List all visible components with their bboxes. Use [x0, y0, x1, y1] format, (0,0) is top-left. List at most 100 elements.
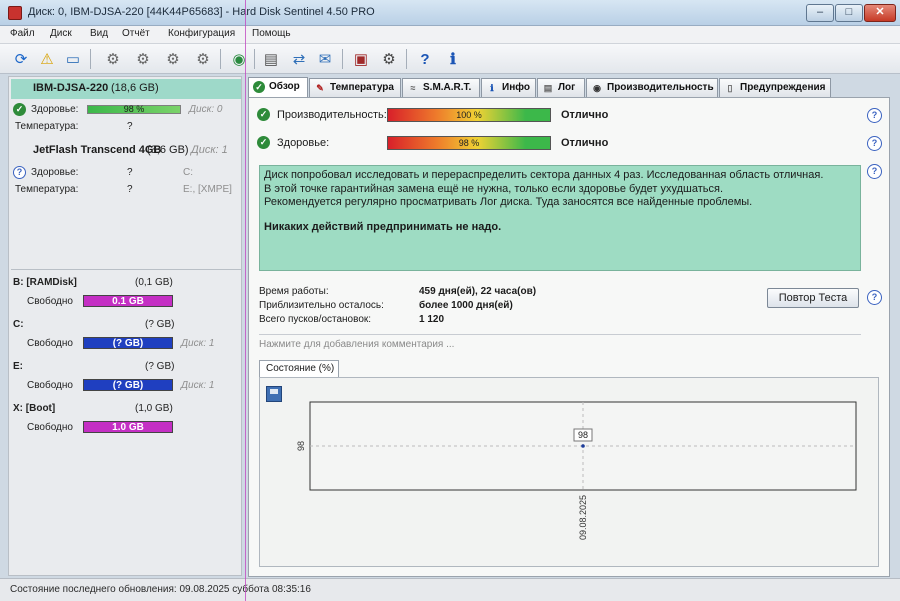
- menu-view[interactable]: Вид: [90, 28, 108, 39]
- close-button[interactable]: ✕: [864, 4, 896, 22]
- x-tick-label: 09.08.2025: [578, 495, 588, 540]
- window-title: Диск: 0, IBM-DJSA-220 [44K44P65683] - Ha…: [28, 6, 375, 18]
- volume-name: E:: [13, 361, 23, 372]
- health-label: Здоровье:: [31, 104, 79, 115]
- tab-performance[interactable]: ◉ Производительность: [586, 78, 718, 97]
- help-icon[interactable]: ?: [867, 136, 882, 151]
- volume-disk: Диск: 1: [181, 338, 215, 349]
- tab-overview[interactable]: ✓ Обзор: [248, 77, 308, 97]
- health-value: ?: [127, 167, 133, 178]
- volume-name: C:: [13, 319, 24, 330]
- sync-icon[interactable]: ⇄: [288, 48, 310, 70]
- point-label: 98: [578, 430, 588, 440]
- menu-config[interactable]: Конфигурация: [168, 28, 235, 39]
- monitor-icon[interactable]: ▣: [350, 48, 372, 70]
- check-icon: ✓: [13, 103, 26, 116]
- disk-item-ibm[interactable]: IBM-DJSA-220 (18,6 GB): [11, 79, 241, 99]
- send-report-icon[interactable]: ✉: [314, 48, 336, 70]
- menu-report[interactable]: Отчёт: [122, 28, 150, 39]
- toolbar-separator: [90, 49, 91, 69]
- menu-bar: Файл Диск Вид Отчёт Конфигурация Помощь: [0, 26, 900, 44]
- starts-value: 1 120: [419, 314, 445, 325]
- free-label: Свободно: [27, 422, 73, 433]
- menu-help[interactable]: Помощь: [252, 28, 291, 39]
- free-label: Свободно: [27, 296, 73, 307]
- y-tick-label: 98: [296, 441, 306, 451]
- temperature-label: Температура:: [15, 121, 79, 132]
- performance-status: Отлично: [561, 109, 609, 121]
- refresh-icon[interactable]: ⟳: [10, 48, 32, 70]
- health-bar: 98 %: [87, 104, 181, 114]
- tab-label: Предупреждения: [740, 82, 826, 93]
- tab-warnings[interactable]: ▯ Предупреждения: [719, 78, 831, 97]
- help-icon[interactable]: ?: [867, 108, 882, 123]
- temperature-value: ?: [127, 121, 133, 132]
- retest-button[interactable]: Повтор Теста: [767, 288, 859, 308]
- toolbar-separator: [342, 49, 343, 69]
- short-test-icon[interactable]: ⚙: [162, 48, 184, 70]
- disk-size: (3,6 GB): [147, 144, 189, 156]
- tab-label: Инфо: [502, 82, 530, 93]
- free-label: Свободно: [27, 338, 73, 349]
- free-value: (? GB): [112, 380, 144, 391]
- disk-index: Диск: 1: [191, 144, 228, 156]
- tab-state[interactable]: Состояние (%): [259, 360, 339, 378]
- settings-icon[interactable]: ⚙: [378, 48, 400, 70]
- free-space-bar: (? GB): [83, 379, 173, 391]
- health-value: 98 %: [123, 104, 145, 114]
- performance-bar: 100 %: [387, 108, 551, 122]
- surface-test-icon[interactable]: ⚙: [132, 48, 154, 70]
- test-icon[interactable]: ⚙: [102, 48, 124, 70]
- maximize-button[interactable]: □: [835, 4, 863, 22]
- help-icon[interactable]: ?: [867, 164, 882, 179]
- tab-info[interactable]: ℹ Инфо: [481, 78, 536, 97]
- chart-area: 98 98 09.08.2025: [259, 377, 879, 567]
- health-bar: 98 %: [387, 136, 551, 150]
- toolbar-separator: [220, 49, 221, 69]
- data-point: [581, 444, 585, 448]
- tab-temperature[interactable]: ✎ Температура: [309, 78, 401, 97]
- tab-label: Производительность: [607, 82, 714, 93]
- help-icon[interactable]: ?: [414, 48, 436, 70]
- comment-field[interactable]: Нажмите для добавления комментария ...: [259, 334, 861, 350]
- health-status: Отлично: [561, 137, 609, 149]
- free-value: 1.0 GB: [112, 422, 144, 433]
- tab-log[interactable]: ▤ Лог: [537, 78, 585, 97]
- check-icon: ✓: [257, 108, 270, 121]
- help-icon[interactable]: ?: [867, 290, 882, 305]
- title-bar: Диск: 0, IBM-DJSA-220 [44K44P65683] - Ha…: [0, 0, 900, 26]
- disk-index: Диск: 0: [189, 104, 223, 115]
- health-label: Здоровье:: [31, 167, 79, 178]
- tab-smart[interactable]: ≈ S.M.A.R.T.: [402, 78, 480, 97]
- free-value: (? GB): [112, 338, 144, 349]
- free-label: Свободно: [27, 380, 73, 391]
- health-chart: 98 98 09.08.2025: [296, 401, 857, 540]
- globe-icon[interactable]: ◉: [228, 48, 250, 70]
- tab-label: Температура: [330, 82, 394, 93]
- disk-list-panel: IBM-DJSA-220 (18,6 GB) ✓ Здоровье: 98 % …: [8, 76, 242, 576]
- tab-label: Лог: [558, 82, 576, 93]
- toolbar-separator: [406, 49, 407, 69]
- info-icon[interactable]: ℹ: [442, 48, 464, 70]
- disk-size: (18,6 GB): [111, 82, 159, 94]
- volume-size: (? GB): [145, 361, 175, 372]
- minimize-button[interactable]: –: [806, 4, 834, 22]
- extended-test-icon[interactable]: ⚙: [192, 48, 214, 70]
- temperature-value: ?: [127, 184, 133, 195]
- check-icon: ✓: [257, 136, 270, 149]
- temperature-label: Температура:: [15, 184, 79, 195]
- menu-file[interactable]: Файл: [10, 28, 35, 39]
- menu-disk[interactable]: Диск: [50, 28, 72, 39]
- report-icon[interactable]: ▤: [260, 48, 282, 70]
- disk-icon[interactable]: ▭: [62, 48, 84, 70]
- volume-size: (0,1 GB): [135, 277, 173, 288]
- alert-icon[interactable]: ⚠: [36, 48, 58, 70]
- volume-letters: E:, [XMPE]: [183, 184, 232, 195]
- disk-item-jetflash[interactable]: JetFlash Transcend 4GB (3,6 GB) Диск: 1: [11, 141, 241, 161]
- tab-label: Обзор: [269, 81, 300, 92]
- unknown-status-icon: ?: [13, 166, 26, 179]
- performance-label: Производительность:: [277, 109, 387, 121]
- screen-artifact-line: [245, 0, 246, 601]
- gauge-icon: ◉: [593, 83, 601, 93]
- volume-size: (? GB): [145, 319, 175, 330]
